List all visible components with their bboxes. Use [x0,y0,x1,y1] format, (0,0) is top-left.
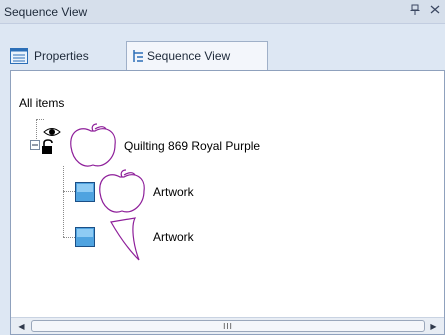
tree-child-label[interactable]: Artwork [153,230,194,244]
lock-icon[interactable] [41,139,55,155]
window-title: Sequence View [4,5,88,19]
artwork-node-icon[interactable] [75,182,95,202]
scroll-thumb[interactable]: III [31,320,425,332]
tab-sequence-view-label: Sequence View [147,49,231,63]
collapse-icon[interactable] [30,140,40,150]
sliver-outline-icon [110,217,140,261]
sequence-view-icon [133,50,143,62]
tab-strip: Properties Sequence View [0,24,445,70]
tree-group-label[interactable]: Quilting 869 Royal Purple [124,139,260,153]
tree-child-label[interactable]: Artwork [153,185,194,199]
tab-sequence-view[interactable]: Sequence View [126,41,268,70]
tab-properties-label: Properties [34,49,89,63]
tree-connector [36,119,44,120]
eye-icon[interactable] [43,126,61,138]
scroll-grip: III [223,321,233,331]
tree-root-label[interactable]: All items [19,96,64,110]
sequence-tree-pane: All items Quilting 869 Royal Purple Artw… [10,70,445,335]
tree-connector [63,237,75,238]
tree-connector [63,166,64,237]
apple-outline-icon [99,169,145,213]
scroll-right-icon[interactable]: ▶ [425,318,442,334]
scroll-left-icon[interactable]: ◀ [13,318,30,334]
apple-outline-icon [70,123,116,167]
horizontal-scrollbar[interactable]: ◀ III ▶ [11,317,444,334]
tree-connector [63,191,75,192]
title-bar: Sequence View [0,0,445,24]
pin-icon[interactable] [410,4,420,19]
artwork-node-icon[interactable] [75,227,95,247]
tab-properties[interactable]: Properties [8,43,122,69]
properties-icon [10,48,28,64]
close-icon[interactable] [430,3,440,17]
